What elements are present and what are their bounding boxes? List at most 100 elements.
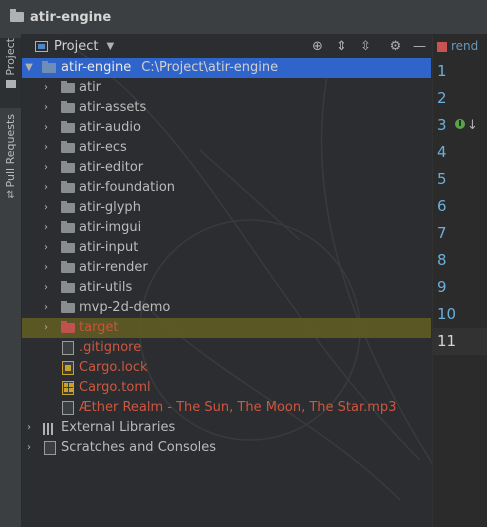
folder-label: target bbox=[79, 320, 119, 335]
sidebar-tab-project[interactable]: Project bbox=[0, 38, 21, 108]
project-toolbar: Project ▼ ⊕ ⇕ ⇳ ⚙ — bbox=[22, 34, 431, 58]
folder-icon bbox=[61, 141, 75, 153]
tree-folder-row[interactable]: › atir-assets bbox=[22, 98, 431, 118]
file-label: Cargo.toml bbox=[79, 380, 151, 395]
chevron-right-icon[interactable]: › bbox=[41, 198, 51, 218]
tree-file-row[interactable]: Æther Realm - The Sun, The Moon, The Sta… bbox=[22, 398, 431, 418]
chevron-right-icon[interactable]: › bbox=[41, 98, 51, 118]
expand-all-icon[interactable]: ⇕ bbox=[334, 39, 349, 54]
window-title-bar: atir-engine bbox=[0, 0, 487, 34]
chevron-right-icon[interactable]: › bbox=[41, 158, 51, 178]
tree-external-libraries-row[interactable]: › External Libraries bbox=[22, 418, 431, 438]
tree-root-row[interactable]: ▼ atir-engine C:\Project\atir-engine bbox=[22, 58, 431, 78]
line-number: 2 bbox=[437, 89, 447, 107]
tree-folder-row[interactable]: › atir-render bbox=[22, 258, 431, 278]
implemented-marker-icon[interactable]: I bbox=[455, 119, 465, 129]
chevron-right-icon[interactable]: › bbox=[41, 258, 51, 278]
chevron-right-icon[interactable]: › bbox=[41, 298, 51, 318]
tree-folder-row[interactable]: › atir-foundation bbox=[22, 178, 431, 198]
sidebar-tab-pull-requests[interactable]: Pull Requests ⇅ bbox=[0, 114, 21, 204]
line-number: 5 bbox=[437, 170, 447, 188]
tree-excluded-folder-row[interactable]: › target bbox=[22, 318, 431, 338]
chevron-right-icon[interactable]: › bbox=[24, 438, 34, 458]
folder-icon bbox=[61, 221, 75, 233]
tree-file-row[interactable]: .gitignore bbox=[22, 338, 431, 358]
editor-area[interactable]: rend 1 2 3 I ↓ 4 5 6 7 8 9 10 11 bbox=[432, 34, 487, 527]
tree-folder-row[interactable]: › atir-glyph bbox=[22, 198, 431, 218]
file-label: .gitignore bbox=[79, 340, 142, 355]
project-tree: ▼ atir-engine C:\Project\atir-engine › at… bbox=[22, 58, 431, 458]
tree-folder-row[interactable]: › atir-imgui bbox=[22, 218, 431, 238]
folder-label: atir-utils bbox=[79, 280, 133, 295]
folder-label: atir-glyph bbox=[79, 200, 141, 215]
line-number: 9 bbox=[437, 278, 447, 296]
collapse-all-icon[interactable]: ⇳ bbox=[358, 39, 373, 54]
root-name: atir-engine bbox=[61, 60, 132, 75]
library-icon bbox=[43, 422, 57, 435]
project-view-icon bbox=[35, 40, 48, 52]
minimize-icon[interactable]: — bbox=[412, 39, 427, 54]
tree-folder-row[interactable]: › atir-editor bbox=[22, 158, 431, 178]
rust-file-icon bbox=[437, 41, 447, 52]
folder-icon bbox=[10, 9, 24, 22]
folder-label: atir bbox=[79, 80, 102, 95]
locate-icon[interactable]: ⊕ bbox=[310, 39, 325, 54]
scratches-label: Scratches and Consoles bbox=[61, 440, 217, 455]
tree-folder-row[interactable]: › mvp-2d-demo bbox=[22, 298, 431, 318]
folder-icon bbox=[61, 281, 75, 293]
tree-root-label: atir-engine C:\Project\atir-engine bbox=[61, 58, 278, 78]
project-tool-window: Project ▼ ⊕ ⇕ ⇳ ⚙ — ▼ atir-engine C:\Proj… bbox=[22, 34, 431, 527]
arrow-down-icon: ↓ bbox=[467, 118, 478, 133]
tree-file-row[interactable]: Cargo.lock bbox=[22, 358, 431, 378]
chevron-right-icon[interactable]: › bbox=[24, 418, 34, 438]
folder-icon bbox=[61, 201, 75, 213]
chevron-right-icon[interactable]: › bbox=[41, 318, 51, 338]
chevron-down-icon[interactable]: ▼ bbox=[24, 58, 34, 78]
chevron-right-icon[interactable]: › bbox=[41, 138, 51, 158]
line-number: 1 bbox=[437, 62, 447, 80]
editor-tab[interactable]: rend bbox=[433, 34, 487, 58]
file-label: Æther Realm - The Sun, The Moon, The Sta… bbox=[79, 400, 397, 415]
chevron-down-icon[interactable]: ▼ bbox=[106, 41, 114, 52]
gitignore-file-icon bbox=[62, 341, 74, 355]
chevron-right-icon[interactable]: › bbox=[41, 238, 51, 258]
left-tool-strip: Project Pull Requests ⇅ bbox=[0, 34, 22, 527]
window-title: atir-engine bbox=[30, 9, 112, 25]
tree-file-row[interactable]: Cargo.toml bbox=[22, 378, 431, 398]
tree-folder-row[interactable]: › atir-utils bbox=[22, 278, 431, 298]
tree-folder-row[interactable]: › atir-audio bbox=[22, 118, 431, 138]
tree-scratches-row[interactable]: › Scratches and Consoles bbox=[22, 438, 431, 458]
folder-icon bbox=[61, 301, 75, 313]
chevron-right-icon[interactable]: › bbox=[41, 218, 51, 238]
audio-file-icon bbox=[62, 401, 74, 415]
folder-label: mvp-2d-demo bbox=[79, 300, 171, 315]
line-number: 10 bbox=[437, 305, 457, 323]
chevron-right-icon[interactable]: › bbox=[41, 118, 51, 138]
folder-label: atir-editor bbox=[79, 160, 144, 175]
folder-icon bbox=[61, 101, 75, 113]
folder-label: atir-imgui bbox=[79, 220, 142, 235]
toml-file-icon bbox=[62, 381, 74, 395]
folder-label: atir-foundation bbox=[79, 180, 176, 195]
folder-icon bbox=[61, 161, 75, 173]
pull-request-icon: ⇅ bbox=[6, 190, 15, 202]
line-number-current: 11 bbox=[433, 328, 487, 355]
project-view-selector[interactable]: Project bbox=[54, 39, 98, 54]
folder-icon bbox=[61, 81, 75, 93]
folder-icon bbox=[61, 181, 75, 193]
line-number: 4 bbox=[437, 143, 447, 161]
folder-icon bbox=[61, 241, 75, 253]
gear-icon[interactable]: ⚙ bbox=[388, 39, 403, 54]
line-number-gutter: 1 2 3 I ↓ 4 5 6 7 8 9 10 11 bbox=[433, 58, 487, 355]
tree-folder-row[interactable]: › atir-ecs bbox=[22, 138, 431, 158]
external-libraries-label: External Libraries bbox=[61, 420, 176, 435]
folder-icon bbox=[61, 261, 75, 273]
line-number: 8 bbox=[437, 251, 447, 269]
chevron-right-icon[interactable]: › bbox=[41, 78, 51, 98]
folder-icon bbox=[61, 121, 75, 133]
chevron-right-icon[interactable]: › bbox=[41, 278, 51, 298]
tree-folder-row[interactable]: › atir bbox=[22, 78, 431, 98]
chevron-right-icon[interactable]: › bbox=[41, 178, 51, 198]
folder-label: atir-assets bbox=[79, 100, 147, 115]
tree-folder-row[interactable]: › atir-input bbox=[22, 238, 431, 258]
